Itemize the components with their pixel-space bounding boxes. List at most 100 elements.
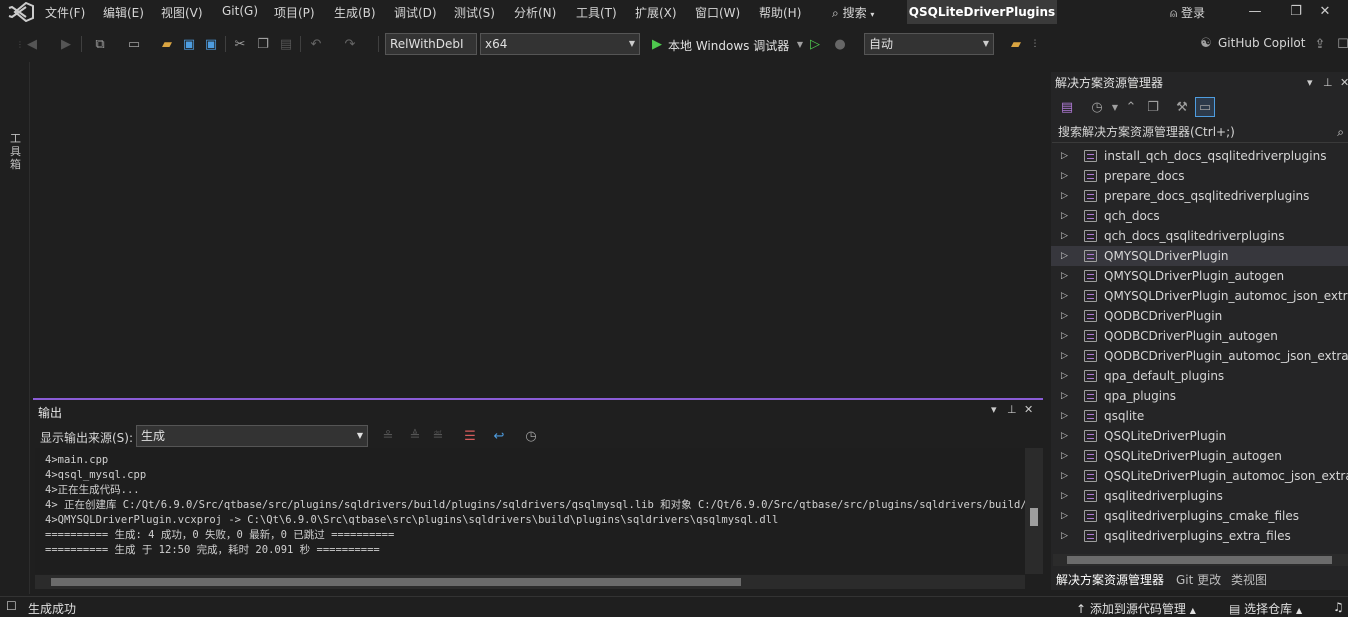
tree-item[interactable]: ▷ prepare_docs_qsqlitedriverplugins bbox=[1051, 186, 1348, 206]
tree-item[interactable]: ▷ QMYSQLDriverPlugin_automoc_json_extra bbox=[1051, 286, 1348, 306]
tab-class-view[interactable]: 类视图 bbox=[1231, 571, 1267, 588]
tree-item[interactable]: ▷ qpa_default_plugins bbox=[1051, 366, 1348, 386]
back-button[interactable]: ◀ bbox=[22, 34, 42, 54]
tree-item[interactable]: ▷ QODBCDriverPlugin bbox=[1051, 306, 1348, 326]
menu-test[interactable]: 测试(S) bbox=[454, 4, 495, 21]
find-message-button[interactable]: ≗ bbox=[378, 426, 398, 446]
tree-item[interactable]: ▷ QSQLiteDriverPlugin_autogen bbox=[1051, 446, 1348, 466]
expand-icon[interactable]: ▷ bbox=[1061, 426, 1068, 446]
tree-item[interactable]: ▷ qch_docs bbox=[1051, 206, 1348, 226]
tree-item[interactable]: ▷ qsqlitedriverplugins bbox=[1051, 486, 1348, 506]
cut-button[interactable]: ✂ bbox=[230, 34, 250, 54]
menu-edit[interactable]: 编辑(E) bbox=[103, 4, 144, 21]
notifications-button[interactable]: ♫ bbox=[1333, 600, 1344, 614]
browse-button[interactable]: ▰ bbox=[1006, 34, 1026, 54]
tree-item[interactable]: ▷ qpa_plugins bbox=[1051, 386, 1348, 406]
tree-item[interactable]: ▷ qsqlitedriverplugins_extra_files bbox=[1051, 526, 1348, 546]
toolbar-overflow-button[interactable]: ⋮ bbox=[1025, 34, 1045, 54]
expand-icon[interactable]: ▷ bbox=[1061, 446, 1068, 466]
output-source-select[interactable]: 生成 ▼ bbox=[136, 425, 368, 447]
expand-icon[interactable]: ▷ bbox=[1061, 206, 1068, 226]
share-button[interactable]: ⇪ bbox=[1310, 34, 1330, 54]
expand-icon[interactable]: ▷ bbox=[1061, 286, 1068, 306]
feedback-button[interactable]: ☐ bbox=[1333, 34, 1348, 54]
configuration-select[interactable]: RelWithDebI bbox=[385, 33, 477, 55]
expand-icon[interactable]: ▷ bbox=[1061, 146, 1068, 166]
tree-item[interactable]: ▷ qch_docs_qsqlitedriverplugins bbox=[1051, 226, 1348, 246]
expand-icon[interactable]: ▷ bbox=[1061, 246, 1068, 266]
auto-select[interactable]: 自动 ▼ bbox=[864, 33, 994, 55]
expand-icon[interactable]: ▷ bbox=[1061, 346, 1068, 366]
menu-build[interactable]: 生成(B) bbox=[334, 4, 376, 21]
tree-item[interactable]: ▷ install_qch_docs_qsqlitedriverplugins bbox=[1051, 146, 1348, 166]
tree-item[interactable]: ▷ QODBCDriverPlugin_automoc_json_extrac bbox=[1051, 346, 1348, 366]
tree-item[interactable]: ▷ qsqlite bbox=[1051, 406, 1348, 426]
expand-icon[interactable]: ▷ bbox=[1061, 226, 1068, 246]
menu-analyze[interactable]: 分析(N) bbox=[514, 4, 556, 21]
start-debug-label[interactable]: 本地 Windows 调试器 bbox=[668, 37, 789, 54]
forward-button[interactable]: ▶ bbox=[56, 34, 76, 54]
minimize-button[interactable]: — bbox=[1232, 0, 1278, 24]
expand-icon[interactable]: ▷ bbox=[1061, 266, 1068, 286]
tree-item[interactable]: ▷ prepare_docs bbox=[1051, 166, 1348, 186]
add-to-source-control-button[interactable]: ↑ 添加到源代码管理 ▲ bbox=[1076, 600, 1196, 617]
start-debug-button[interactable]: ▶ bbox=[647, 34, 667, 54]
expand-icon[interactable]: ▷ bbox=[1061, 406, 1068, 426]
menu-file[interactable]: 文件(F) bbox=[45, 4, 85, 21]
timestamp-button[interactable]: ◷ bbox=[521, 426, 541, 446]
search-box[interactable]: ⌕ 搜索 ▾ bbox=[832, 4, 874, 21]
expand-icon[interactable]: ▷ bbox=[1061, 486, 1068, 506]
pin-button[interactable]: ⊥ bbox=[1007, 403, 1017, 416]
menu-help[interactable]: 帮助(H) bbox=[759, 4, 801, 21]
word-wrap-button[interactable]: ↩ bbox=[489, 426, 509, 446]
tree-horizontal-scrollbar[interactable] bbox=[1053, 554, 1348, 566]
expand-icon[interactable]: ▷ bbox=[1061, 306, 1068, 326]
undo-button[interactable]: ↶ bbox=[306, 34, 326, 54]
hot-reload-button[interactable]: ● bbox=[830, 34, 850, 54]
tree-item[interactable]: ▷ QSQLiteDriverPlugin_automoc_json_extra bbox=[1051, 466, 1348, 486]
preview-button[interactable]: ▭ bbox=[1195, 97, 1215, 117]
tree-item[interactable]: ▷ QMYSQLDriverPlugin_autogen bbox=[1051, 266, 1348, 286]
paste-button[interactable]: ▤ bbox=[276, 34, 296, 54]
menu-view[interactable]: 视图(V) bbox=[161, 4, 203, 21]
scroll-thumb[interactable] bbox=[1067, 556, 1332, 564]
copy-button[interactable]: ❐ bbox=[253, 34, 273, 54]
scroll-thumb[interactable] bbox=[51, 578, 741, 586]
copilot-button[interactable]: GitHub Copilot bbox=[1218, 36, 1305, 50]
menu-extensions[interactable]: 扩展(X) bbox=[635, 4, 677, 21]
panel-menu-button[interactable]: ▾ bbox=[991, 403, 997, 416]
open-button[interactable]: ▰ bbox=[157, 34, 177, 54]
next-message-button[interactable]: ≝ bbox=[428, 426, 448, 446]
expand-icon[interactable]: ▷ bbox=[1061, 386, 1068, 406]
expand-icon[interactable]: ▷ bbox=[1061, 466, 1068, 486]
redo-button[interactable]: ↷ bbox=[340, 34, 360, 54]
expand-icon[interactable]: ▷ bbox=[1061, 506, 1068, 526]
collapse-all-button[interactable]: ⌃ bbox=[1121, 97, 1141, 117]
toolbox-tab[interactable]: 工具箱 bbox=[10, 132, 24, 171]
tree-item[interactable]: ▷ QSQLiteDriverPlugin bbox=[1051, 426, 1348, 446]
menu-git[interactable]: Git(G) bbox=[222, 4, 258, 18]
close-panel-button[interactable]: ✕ bbox=[1340, 76, 1348, 89]
pin-button[interactable]: ⊥ bbox=[1323, 76, 1333, 89]
solution-search-input[interactable]: 搜索解决方案资源管理器(Ctrl+;) ⌕ bbox=[1052, 121, 1348, 143]
close-window-button[interactable]: ✕ bbox=[1302, 0, 1348, 24]
output-vertical-scrollbar[interactable] bbox=[1025, 448, 1043, 574]
menu-tools[interactable]: 工具(T) bbox=[576, 4, 617, 21]
tree-item[interactable]: ▷ QMYSQLDriverPlugin bbox=[1051, 246, 1348, 266]
output-horizontal-scrollbar[interactable] bbox=[35, 575, 1025, 589]
save-all-button[interactable]: ▣ bbox=[201, 34, 221, 54]
expand-icon[interactable]: ▷ bbox=[1061, 366, 1068, 386]
tab-git-changes[interactable]: Git 更改 bbox=[1176, 571, 1221, 588]
tree-item[interactable]: ▷ qsqlitedriverplugins_cmake_files bbox=[1051, 506, 1348, 526]
output-text-area[interactable]: 4>main.cpp 4>qsql_mysql.cpp 4>正在生成代码... … bbox=[35, 448, 1025, 574]
expand-icon[interactable]: ▷ bbox=[1061, 166, 1068, 186]
new-item-button[interactable]: ▭ bbox=[124, 34, 144, 54]
switch-views-button[interactable]: ▤ bbox=[1057, 97, 1077, 117]
scroll-thumb[interactable] bbox=[1030, 508, 1038, 526]
tree-item[interactable]: ▷ QODBCDriverPlugin_autogen bbox=[1051, 326, 1348, 346]
tab-solution-explorer[interactable]: 解决方案资源管理器 bbox=[1056, 571, 1164, 588]
properties-button[interactable]: ⚒ bbox=[1172, 97, 1192, 117]
pending-changes-button[interactable]: ◷ bbox=[1087, 97, 1107, 117]
close-output-button[interactable]: ✕ bbox=[1024, 403, 1033, 416]
login-button[interactable]: ⍝ 登录 bbox=[1170, 4, 1205, 21]
